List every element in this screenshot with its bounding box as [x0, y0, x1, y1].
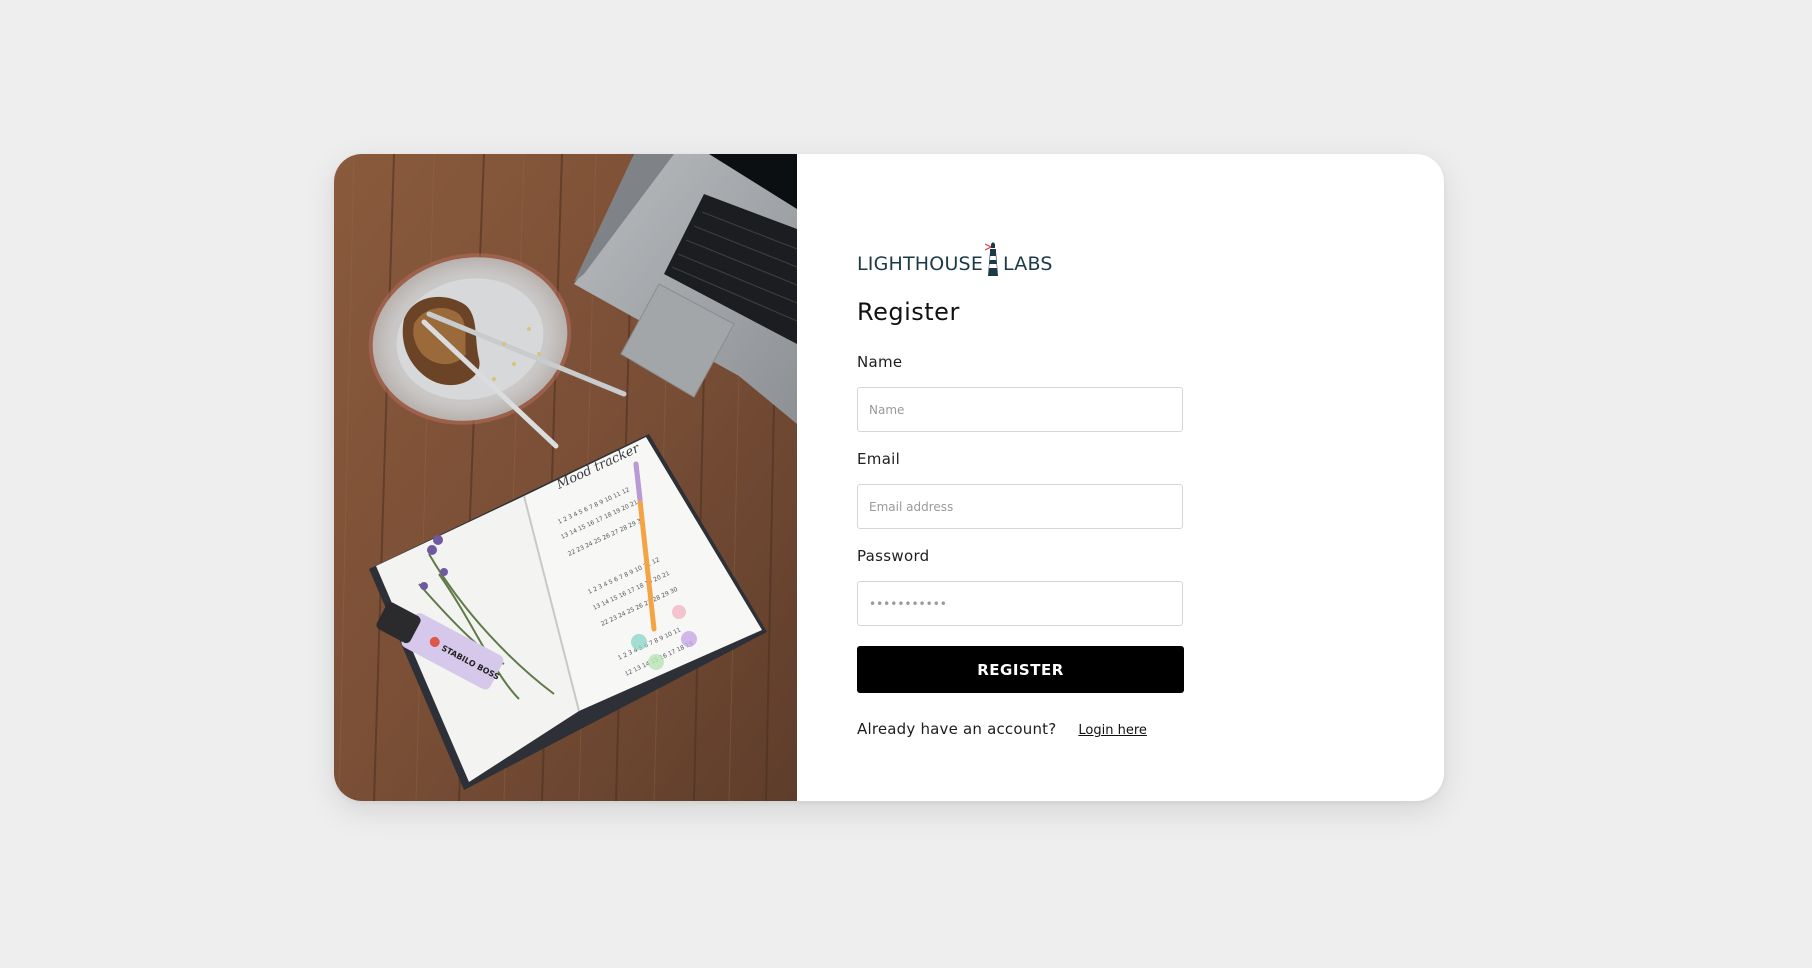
page-title: Register: [857, 298, 960, 326]
hero-photo: Mood tracker 1 2 3 4 5 6 7 8 9 10 11 12 …: [334, 154, 797, 801]
name-label: Name: [857, 353, 903, 371]
register-button[interactable]: REGISTER: [857, 646, 1184, 693]
lighthouse-labs-logo: LIGHTHOUSE LABS: [857, 240, 1053, 276]
password-input[interactable]: [857, 581, 1183, 626]
login-prompt: Already have an account? Login here: [857, 720, 1147, 738]
name-input[interactable]: [857, 387, 1183, 432]
email-input[interactable]: [857, 484, 1183, 529]
account-prompt-text: Already have an account?: [857, 720, 1057, 738]
logo-text-left: LIGHTHOUSE: [857, 253, 984, 275]
register-form: LIGHTHOUSE LABS Register Name Email Pass…: [797, 154, 1444, 801]
lighthouse-icon: [984, 240, 1001, 276]
password-label: Password: [857, 547, 930, 565]
login-link[interactable]: Login here: [1078, 723, 1147, 738]
email-label: Email: [857, 450, 901, 468]
logo-text-right: LABS: [1003, 253, 1053, 275]
register-card: Mood tracker 1 2 3 4 5 6 7 8 9 10 11 12 …: [334, 154, 1444, 801]
